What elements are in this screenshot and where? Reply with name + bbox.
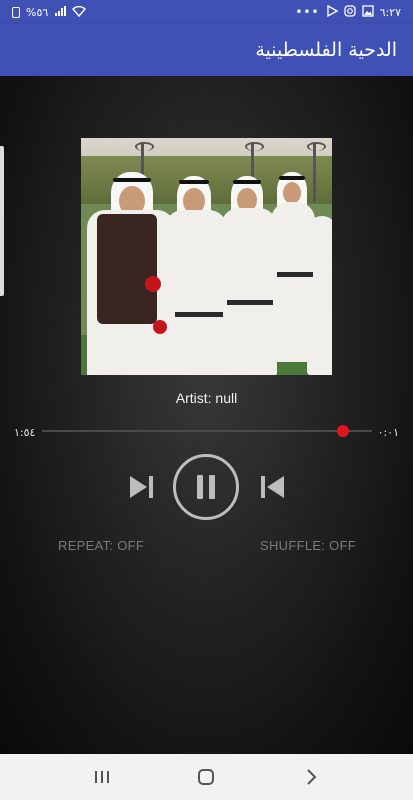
app-bar: الدحية الفلسطينية bbox=[0, 24, 413, 76]
play-store-icon bbox=[326, 4, 338, 20]
back-icon bbox=[307, 769, 317, 785]
signal-icon bbox=[54, 5, 67, 20]
battery-icon bbox=[12, 6, 20, 18]
recents-icon bbox=[95, 771, 110, 783]
status-left: %٥٦ bbox=[12, 5, 87, 20]
artist-label: Artist: null bbox=[175, 390, 238, 406]
play-pause-button[interactable] bbox=[173, 454, 239, 520]
wifi-icon bbox=[72, 5, 87, 20]
overflow-dots: ••• bbox=[295, 5, 320, 19]
shuffle-toggle[interactable]: SHUFFLE: OFF bbox=[260, 538, 356, 553]
seek-thumb[interactable] bbox=[336, 425, 349, 437]
battery-level: %٥٦ bbox=[26, 5, 49, 19]
gallery-icon bbox=[361, 4, 374, 20]
home-icon bbox=[198, 769, 215, 785]
status-bar: %٥٦ ••• ٦:٢٧ bbox=[0, 0, 413, 24]
clock: ٦:٢٧ bbox=[379, 5, 401, 19]
system-nav-bar bbox=[0, 754, 413, 800]
duration-time: ١:٥٤ bbox=[14, 426, 36, 439]
instagram-icon bbox=[343, 4, 356, 20]
skip-next-icon bbox=[130, 476, 153, 498]
next-button[interactable] bbox=[128, 474, 156, 500]
recents-button[interactable] bbox=[82, 762, 122, 792]
seek-track[interactable] bbox=[42, 430, 372, 432]
home-button[interactable] bbox=[186, 762, 226, 792]
elapsed-time: ٠:٠١ bbox=[377, 426, 399, 439]
album-art bbox=[81, 138, 332, 375]
previous-button[interactable] bbox=[258, 474, 286, 500]
skip-previous-icon bbox=[261, 476, 284, 498]
back-button[interactable] bbox=[291, 762, 331, 792]
edge-panel-handle[interactable] bbox=[0, 146, 4, 296]
status-right: ••• ٦:٢٧ bbox=[295, 4, 401, 20]
repeat-toggle[interactable]: REPEAT: OFF bbox=[58, 538, 144, 553]
pause-icon bbox=[194, 475, 218, 499]
app-title: الدحية الفلسطينية bbox=[255, 39, 397, 61]
